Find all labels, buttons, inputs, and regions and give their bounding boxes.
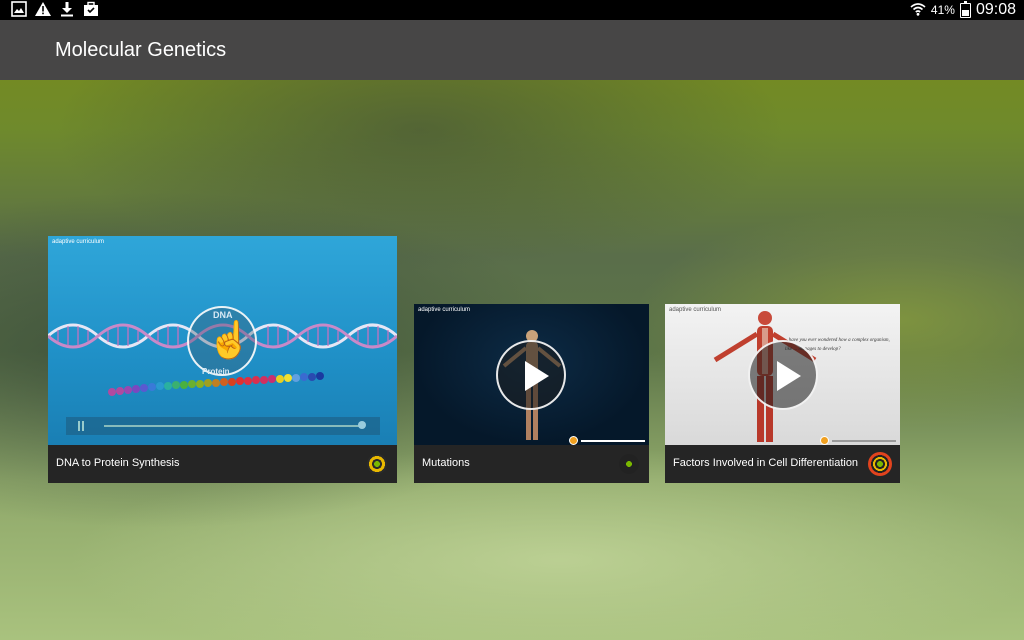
lesson-card-cell-differentiation[interactable]: adaptive curriculum ...have you ever won…	[665, 304, 900, 483]
page-title: Molecular Genetics	[55, 39, 227, 61]
play-button[interactable]	[496, 340, 566, 410]
play-icon	[525, 361, 549, 391]
warning-icon	[34, 1, 52, 19]
play-icon	[777, 361, 801, 391]
card-title: Factors Involved in Cell Differentiation	[673, 457, 859, 469]
battery-percent: 41%	[930, 3, 955, 17]
progress-target-icon	[367, 454, 387, 474]
progress-target-icon	[868, 452, 892, 476]
lesson-card-mutations[interactable]: adaptive curriculum Mutations	[414, 304, 649, 483]
card-title: Mutations	[422, 457, 470, 469]
pause-icon	[78, 421, 84, 431]
card-caption: DNA to Protein Synthesis	[48, 445, 397, 483]
battery-icon	[959, 0, 971, 18]
progress-target-icon	[619, 454, 639, 474]
briefcase-icon	[82, 1, 100, 19]
player-controls	[66, 417, 380, 435]
protein-label: Protein	[202, 367, 230, 376]
lesson-thumbnail: adaptive curriculum	[48, 236, 397, 445]
status-bar: 41% 09:08	[0, 0, 1024, 20]
card-caption: Mutations	[414, 445, 649, 483]
clock: 09:08	[975, 1, 1016, 18]
lesson-card-dna-to-protein-synthesis[interactable]: adaptive curriculum ☝ DNA Protein DNA to…	[48, 236, 397, 483]
touch-hand-icon: ☝	[207, 319, 252, 360]
progress-knob	[358, 421, 366, 429]
gallery-icon	[10, 1, 28, 19]
card-title: DNA to Protein Synthesis	[56, 457, 180, 469]
app-bar: Molecular Genetics	[0, 20, 1024, 80]
card-caption: Factors Involved in Cell Differentiation	[665, 445, 900, 483]
dna-label: DNA	[213, 310, 233, 320]
lesson-thumbnail: adaptive curriculum ...have you ever won…	[665, 304, 900, 445]
play-button[interactable]	[748, 340, 818, 410]
wifi-icon	[910, 2, 926, 19]
download-icon	[58, 1, 76, 19]
lesson-thumbnail: adaptive curriculum	[414, 304, 649, 445]
progress-track	[104, 425, 364, 427]
